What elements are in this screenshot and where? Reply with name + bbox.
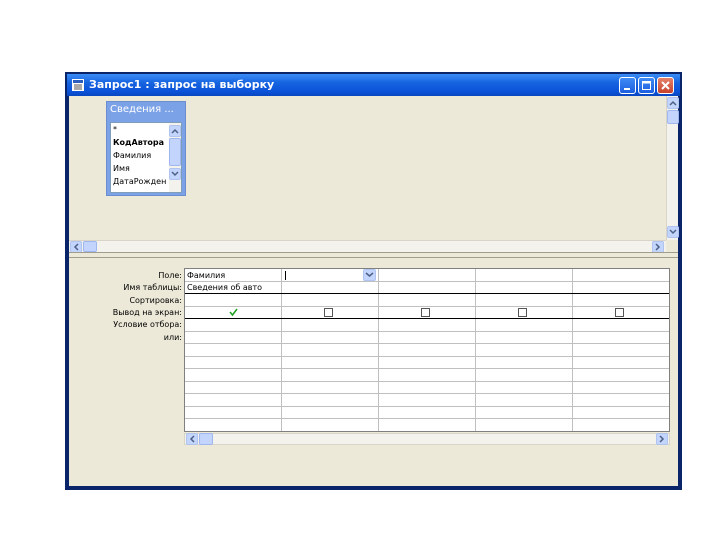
table-pane[interactable]: Сведения ... * КодАвтора Фамилия Имя Дат… (69, 96, 666, 240)
text-cursor (285, 271, 286, 280)
show-checkbox[interactable] (615, 308, 624, 317)
upper-scroll-down[interactable] (667, 226, 679, 238)
row-label-field: Поле: (158, 271, 182, 280)
field-item[interactable]: КодАвтора (113, 138, 164, 147)
row-label-show: Вывод на экран: (112, 308, 182, 317)
grid-scroll-left[interactable] (186, 433, 198, 445)
chevron-up-icon (669, 100, 677, 106)
chevron-right-icon (655, 243, 661, 251)
show-checkbox[interactable] (421, 308, 430, 317)
minimize-button[interactable] (619, 77, 636, 94)
field-item[interactable]: Имя (113, 164, 130, 173)
close-icon (661, 81, 670, 90)
upper-horizontal-scrollbar[interactable] (69, 240, 666, 253)
upper-scroll-thumb[interactable] (667, 110, 679, 124)
field-scroll-thumb[interactable] (169, 138, 181, 166)
row-label-table: Имя таблицы: (123, 283, 182, 292)
field-item[interactable]: ДатаРожден (113, 177, 166, 186)
grid-lines (185, 269, 669, 431)
chevron-right-icon (659, 435, 665, 443)
dropdown-arrow-icon (365, 272, 374, 277)
row-label-or: или: (163, 333, 182, 342)
field-list[interactable]: * КодАвтора Фамилия Имя ДатаРожден (110, 122, 182, 193)
checkmark-icon[interactable] (229, 308, 238, 317)
grid-scroll-right[interactable] (656, 433, 668, 445)
query-icon (72, 79, 84, 91)
title-bar[interactable]: Запрос1 : запрос на выборку (67, 74, 680, 96)
show-checkbox[interactable] (518, 308, 527, 317)
row-label-criteria: Условие отбора: (113, 320, 182, 329)
field-list-scrollbar[interactable] (169, 123, 181, 192)
chevron-left-icon (189, 435, 195, 443)
chevron-up-icon (171, 128, 179, 134)
field-item[interactable]: Фамилия (113, 151, 151, 160)
maximize-icon (642, 81, 651, 90)
chevron-down-icon (669, 229, 677, 235)
upper-scroll-up[interactable] (667, 97, 679, 109)
query-window: Запрос1 : запрос на выборку Сведения ...… (65, 72, 682, 490)
query-design-grid[interactable]: Фамилия Сведения об авто (184, 268, 670, 432)
chevron-down-icon (171, 171, 179, 177)
close-button[interactable] (657, 77, 674, 94)
maximize-button[interactable] (638, 77, 655, 94)
field-dropdown-button[interactable] (363, 269, 376, 281)
table-field-list[interactable]: Сведения ... * КодАвтора Фамилия Имя Дат… (106, 101, 186, 196)
upper-hscroll-thumb[interactable] (83, 241, 97, 252)
table-title: Сведения ... (110, 104, 174, 115)
grid-hscroll-thumb[interactable] (199, 433, 213, 445)
grid-field-cell[interactable]: Фамилия (187, 271, 225, 280)
field-scroll-down[interactable] (169, 168, 181, 180)
window-client: Сведения ... * КодАвтора Фамилия Имя Дат… (69, 96, 679, 486)
chevron-left-icon (73, 243, 79, 251)
minimize-icon (624, 88, 630, 90)
row-label-sort: Сортировка: (129, 296, 182, 305)
window-title: Запрос1 : запрос на выборку (89, 78, 275, 91)
grid-horizontal-scrollbar[interactable] (184, 433, 670, 445)
grid-table-cell[interactable]: Сведения об авто (187, 283, 262, 292)
pane-splitter[interactable] (69, 252, 678, 258)
field-scroll-up[interactable] (169, 125, 181, 137)
field-item[interactable]: * (113, 125, 117, 134)
show-checkbox[interactable] (324, 308, 333, 317)
upper-vertical-scrollbar[interactable] (666, 96, 679, 240)
